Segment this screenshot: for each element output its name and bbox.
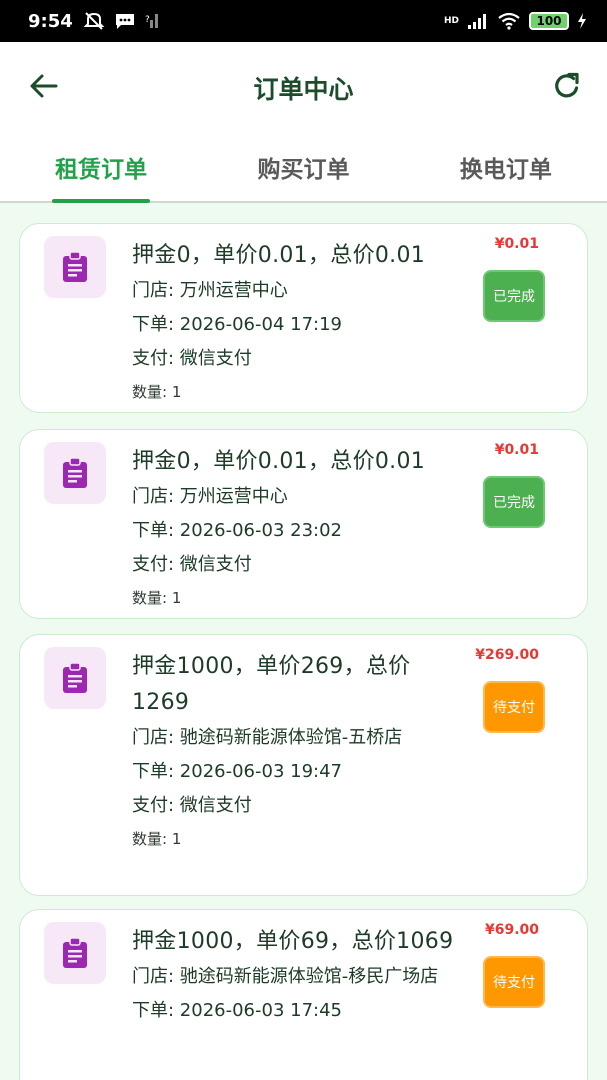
clipboard-icon xyxy=(63,662,87,693)
status-left: 9:54 ? xyxy=(28,11,161,32)
order-details: 押金1000，单价69，总价1069 门店: 驰途码新能源体验馆-移民广场店 下… xyxy=(132,924,462,1028)
order-card[interactable]: 押金1000，单价269，总价1269 门店: 驰途码新能源体验馆-五桥店 下单… xyxy=(19,634,588,896)
message-icon xyxy=(115,14,134,29)
order-title: 押金0，单价0.01，总价0.01 xyxy=(132,449,426,474)
order-details: 押金0，单价0.01，总价0.01 门店: 万州运营中心 下单: 2026-06… xyxy=(132,238,462,408)
clipboard-icon xyxy=(63,937,87,968)
no-sim-icon: ? xyxy=(145,14,158,28)
order-icon-box xyxy=(44,442,106,504)
status-badge[interactable]: 待支付 xyxy=(483,956,545,1008)
tab-rental-orders[interactable]: 租赁订单 xyxy=(0,130,202,203)
order-payment: 支付: 微信支付 xyxy=(132,348,252,369)
status-time: 9:54 xyxy=(28,10,73,32)
order-icon-box xyxy=(44,236,106,298)
status-badge[interactable]: 已完成 xyxy=(483,476,545,528)
status-badge[interactable]: 待支付 xyxy=(483,681,545,733)
order-title: 押金0，单价0.01，总价0.01 xyxy=(132,243,426,268)
page-title: 订单中心 xyxy=(253,75,354,104)
order-title: 押金1000，单价69，总价1069 xyxy=(132,929,454,954)
order-time: 下单: 2026-06-03 23:02 xyxy=(132,520,342,541)
charging-icon xyxy=(578,13,586,29)
order-quantity: 数量: 1 xyxy=(132,830,182,848)
battery-indicator: 100 xyxy=(529,12,569,30)
refresh-button[interactable] xyxy=(549,68,585,104)
order-store: 门店: 万州运营中心 xyxy=(132,486,288,507)
order-price: ¥269.00 xyxy=(475,647,539,663)
order-payment: 支付: 微信支付 xyxy=(132,795,252,816)
status-bar: 9:54 ? HD 100 xyxy=(0,0,607,42)
order-store: 门店: 驰途码新能源体验馆-移民广场店 xyxy=(132,966,439,987)
refresh-icon xyxy=(555,72,579,98)
order-payment: 支付: 微信支付 xyxy=(132,554,252,575)
svg-text:?: ? xyxy=(145,15,150,25)
clipboard-icon xyxy=(63,251,87,282)
order-card[interactable]: 押金0，单价0.01，总价0.01 门店: 万州运营中心 下单: 2026-06… xyxy=(19,223,588,413)
order-title: 押金1000，单价269，总价1269 xyxy=(132,654,411,715)
order-quantity: 数量: 1 xyxy=(132,383,182,401)
order-price: ¥0.01 xyxy=(494,236,539,252)
signal-icon xyxy=(468,14,486,29)
hd-label: HD xyxy=(443,16,459,26)
order-details: 押金0，单价0.01，总价0.01 门店: 万州运营中心 下单: 2026-06… xyxy=(132,444,462,614)
order-card[interactable]: 押金1000，单价69，总价1069 门店: 驰途码新能源体验馆-移民广场店 下… xyxy=(19,909,588,1080)
order-store: 门店: 万州运营中心 xyxy=(132,280,288,301)
tab-battery-swap-orders[interactable]: 换电订单 xyxy=(405,130,607,201)
clipboard-icon xyxy=(63,457,87,488)
order-time: 下单: 2026-06-03 17:45 xyxy=(132,1000,342,1021)
status-right: HD 100 xyxy=(444,12,587,30)
order-icon-box xyxy=(44,647,106,709)
tab-purchase-orders[interactable]: 购买订单 xyxy=(202,130,404,201)
wifi-icon xyxy=(498,12,520,30)
order-list[interactable]: 押金0，单价0.01，总价0.01 门店: 万州运营中心 下单: 2026-06… xyxy=(0,203,607,1080)
status-badge[interactable]: 已完成 xyxy=(483,270,545,322)
order-tabs: 租赁订单 购买订单 换电订单 xyxy=(0,130,607,203)
order-price: ¥69.00 xyxy=(484,922,539,938)
order-quantity: 数量: 1 xyxy=(132,589,182,607)
order-details: 押金1000，单价269，总价1269 门店: 驰途码新能源体验馆-五桥店 下单… xyxy=(132,649,462,855)
order-time: 下单: 2026-06-03 19:47 xyxy=(132,761,342,782)
order-time: 下单: 2026-06-04 17:19 xyxy=(132,314,342,335)
mute-icon xyxy=(83,12,105,30)
order-price: ¥0.01 xyxy=(494,442,539,458)
app-header: 订单中心 xyxy=(0,42,607,130)
order-card[interactable]: 押金0，单价0.01，总价0.01 门店: 万州运营中心 下单: 2026-06… xyxy=(19,429,588,619)
order-icon-box xyxy=(44,922,106,984)
order-store: 门店: 驰途码新能源体验馆-五桥店 xyxy=(132,727,403,748)
